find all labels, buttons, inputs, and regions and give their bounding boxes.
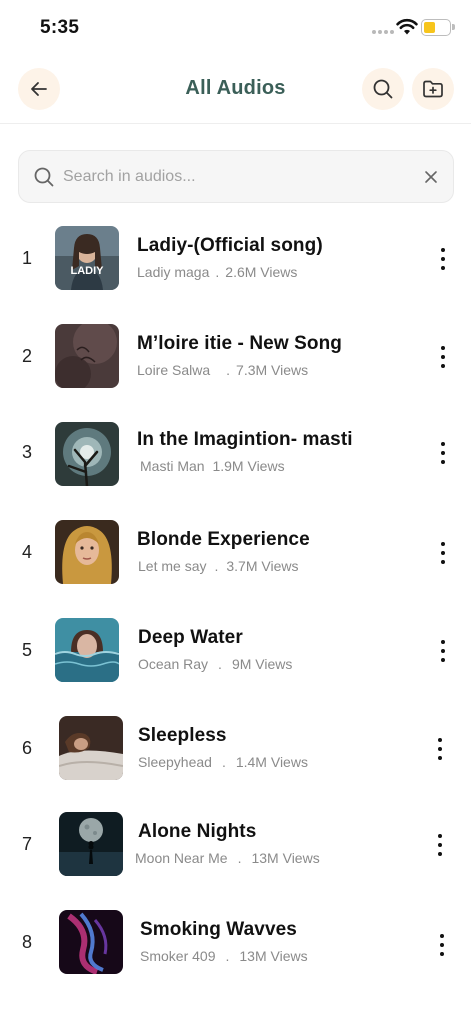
app-header: All Audios [0, 66, 471, 112]
track-thumbnail [55, 520, 119, 584]
track-thumbnail [55, 422, 119, 486]
list-item[interactable]: 2 M’loire itie - New Song Loire Salwa. 7.… [0, 308, 471, 398]
track-views: 13M Views [251, 850, 320, 866]
track-views: 1.9M Views [212, 458, 285, 474]
list-item[interactable]: 7 Alone Nights Moon Near Me. 13M Views [0, 798, 471, 888]
search-input[interactable] [63, 151, 403, 202]
track-thumbnail [55, 324, 119, 388]
folder-add-icon [423, 80, 443, 98]
track-number: 8 [22, 932, 33, 952]
track-meta: Ladiy maga. 2.6M Views [137, 264, 298, 280]
battery-icon [421, 19, 455, 36]
track-artist: Loire Salwa [137, 362, 211, 378]
list-item[interactable]: 8 Smoking Wavves Smoker 409. 13M Views [0, 896, 471, 986]
more-options-button[interactable] [429, 832, 451, 858]
track-views: 3.7M Views [226, 558, 299, 574]
svg-text:LADIY: LADIY [71, 265, 105, 277]
close-icon[interactable] [421, 167, 441, 187]
track-number: 1 [22, 248, 33, 268]
track-artist: Moon Near Me [135, 850, 228, 866]
more-options-button[interactable] [431, 932, 453, 958]
wifi-icon [396, 18, 418, 35]
track-meta: Sleepyhead. 1.4M Views [138, 754, 308, 770]
track-title: Deep Water [138, 627, 243, 648]
track-meta: Masti Man.1.9M Views [140, 458, 285, 474]
track-artist: Smoker 409 [140, 948, 216, 964]
more-options-button[interactable] [432, 638, 454, 664]
track-thumbnail [55, 618, 119, 682]
track-number: 2 [22, 346, 33, 366]
track-artist: Sleepyhead [138, 754, 212, 770]
track-artist: Ocean Ray [138, 656, 209, 672]
list-item[interactable]: 1 LADIY Ladiy-(Official song) Ladiy maga… [0, 210, 471, 300]
search-icon [34, 167, 54, 187]
track-thumbnail [59, 716, 123, 780]
track-meta: Moon Near Me. 13M Views [135, 850, 320, 866]
track-views: 7.3M Views [236, 362, 309, 378]
track-title: Ladiy-(Official song) [137, 235, 323, 256]
track-number: 6 [22, 738, 33, 758]
track-title: Alone Nights [138, 821, 257, 842]
more-options-button[interactable] [429, 736, 451, 762]
list-item[interactable]: 4 Blonde Experience Let me say. 3.7M View… [0, 504, 471, 594]
more-options-button[interactable] [432, 540, 454, 566]
more-options-button[interactable] [432, 246, 454, 272]
list-item[interactable]: 3 In the Imagintion- masti Masti Man.1.9… [0, 406, 471, 496]
track-thumbnail [59, 812, 123, 876]
list-item[interactable]: 5 Deep Water Ocean Ray. 9M Views [0, 602, 471, 692]
track-title: Smoking Wavves [140, 919, 297, 940]
track-meta: Let me say. 3.7M Views [138, 558, 299, 574]
status-bar: 5:35 [0, 0, 471, 56]
track-meta: Smoker 409. 13M Views [140, 948, 308, 964]
more-options-button[interactable] [432, 440, 454, 466]
track-number: 3 [22, 442, 33, 462]
track-views: 2.6M Views [225, 264, 298, 280]
track-number: 7 [22, 834, 33, 854]
track-title: Sleepless [138, 725, 227, 746]
track-views: 13M Views [239, 948, 308, 964]
track-meta: Ocean Ray. 9M Views [138, 656, 293, 672]
track-thumbnail: LADIY [55, 226, 119, 290]
search-icon [373, 79, 393, 99]
track-artist: Ladiy maga [137, 264, 210, 280]
track-number: 4 [22, 542, 33, 562]
track-views: 9M Views [231, 656, 293, 672]
track-title: In the Imagintion- masti [137, 429, 353, 450]
list-item[interactable]: 6 Sleepless Sleepyhead. 1.4M Views [0, 700, 471, 790]
track-views: 1.4M Views [235, 754, 308, 770]
status-time: 5:35 [40, 17, 80, 38]
track-meta: Loire Salwa. 7.3M Views [137, 362, 309, 378]
search-bar [18, 150, 454, 203]
track-artist: Let me say [138, 558, 207, 574]
track-thumbnail [59, 910, 123, 974]
track-artist: Masti Man [140, 458, 205, 474]
add-folder-button[interactable] [412, 68, 454, 110]
cellular-signal-icon [372, 30, 394, 34]
header-divider [0, 123, 471, 124]
more-options-button[interactable] [432, 344, 454, 370]
track-number: 5 [22, 640, 33, 660]
track-title: M’loire itie - New Song [137, 333, 342, 354]
track-title: Blonde Experience [137, 529, 310, 550]
search-button[interactable] [362, 68, 404, 110]
